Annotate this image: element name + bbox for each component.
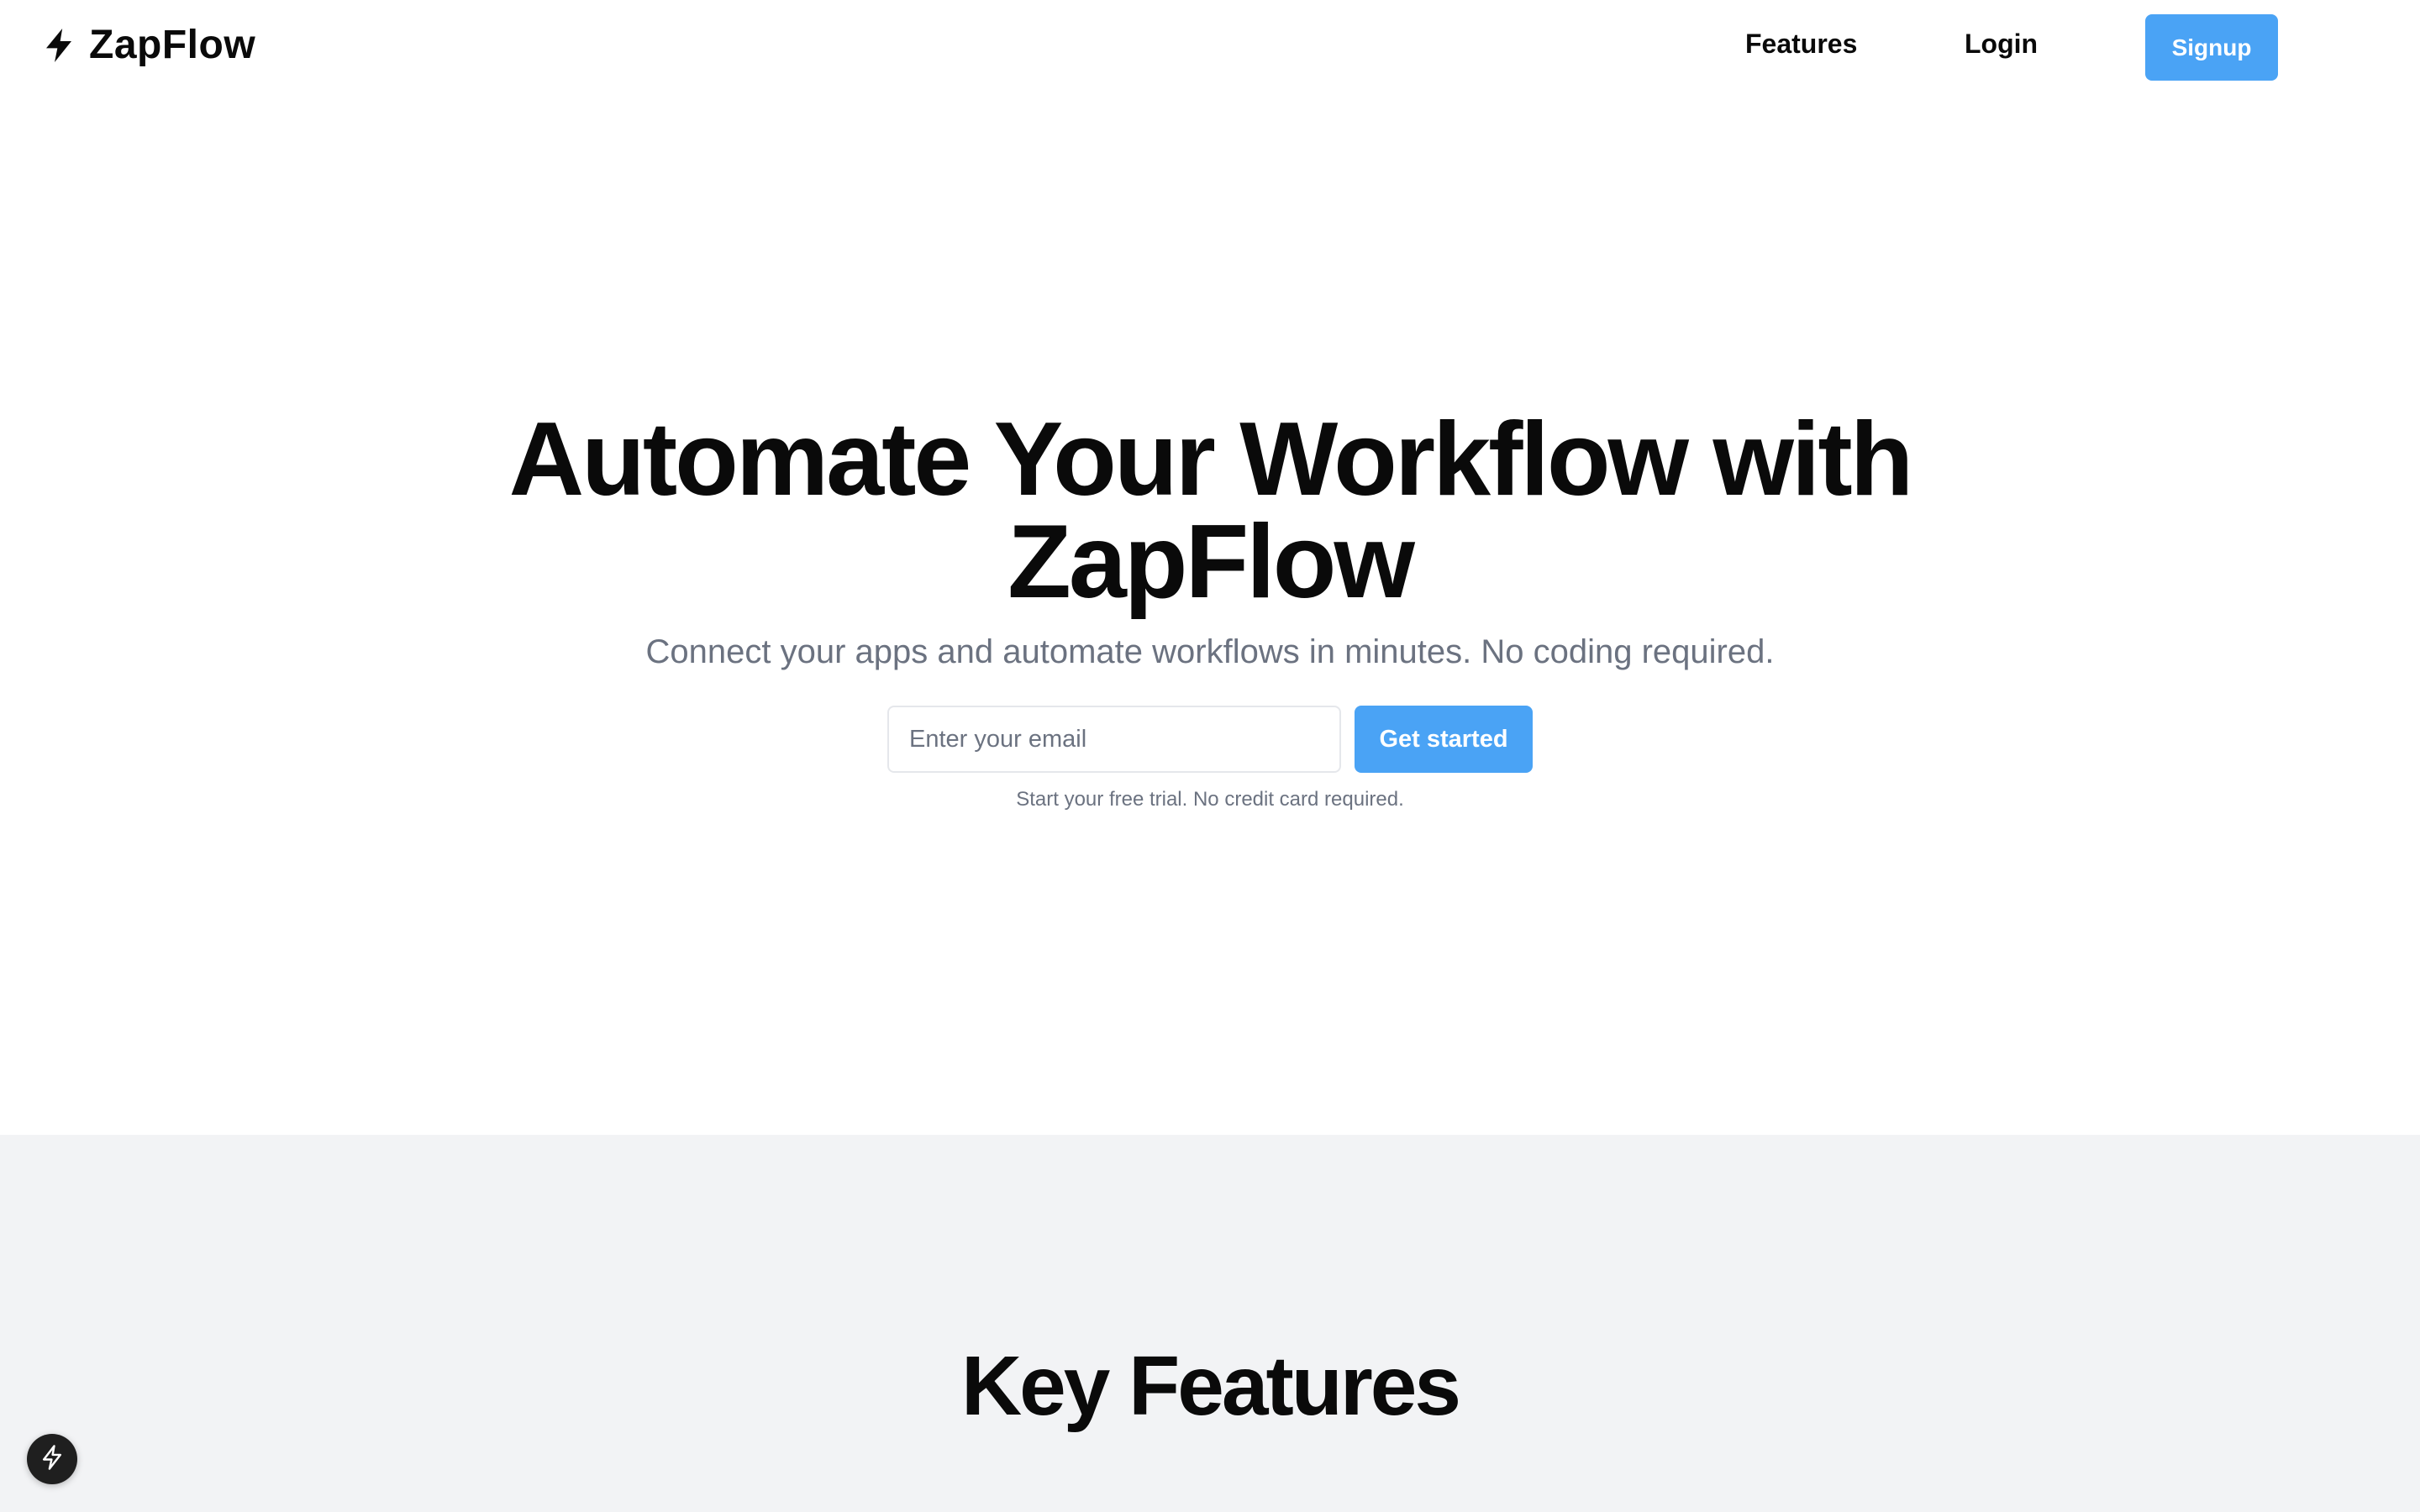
- hero-subtitle: Connect your apps and automate workflows…: [645, 633, 1775, 670]
- get-started-button[interactable]: Get started: [1355, 706, 1533, 773]
- features-title: Key Features: [960, 1339, 1461, 1433]
- brand-name: ZapFlow: [89, 23, 256, 67]
- nav-features-link[interactable]: Features: [1745, 29, 1857, 60]
- hero-title: Automate Your Workflow with ZapFlow: [0, 407, 2420, 614]
- hero-title-line-1: Automate Your Workflow with: [508, 402, 1914, 517]
- brand-logo[interactable]: ZapFlow: [42, 22, 255, 68]
- features-section: Key Features: [0, 1135, 2420, 1512]
- bolt-icon: [42, 27, 76, 64]
- signup-button[interactable]: Signup: [2145, 14, 2278, 81]
- email-input[interactable]: [887, 706, 1341, 773]
- nav-login-link[interactable]: Login: [1965, 29, 2038, 60]
- site-header: ZapFlow Features Login Signup: [0, 0, 2420, 94]
- hero-title-line-2: ZapFlow: [1007, 504, 1415, 620]
- hero-note: Start your free trial. No credit card re…: [1016, 788, 1404, 811]
- floating-badge-button[interactable]: [27, 1434, 77, 1484]
- bolt-outline-icon: [39, 1444, 65, 1475]
